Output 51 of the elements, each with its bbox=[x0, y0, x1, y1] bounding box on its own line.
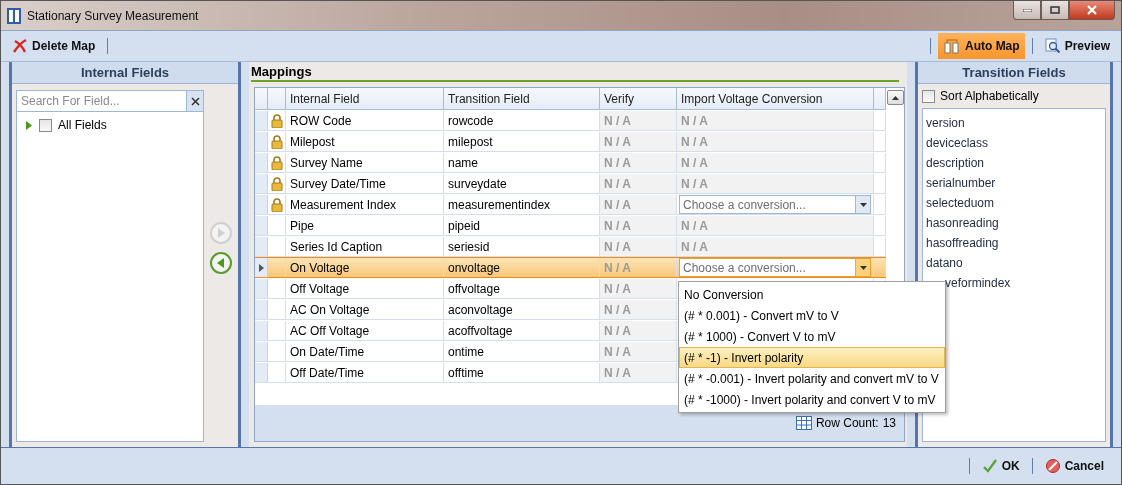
row-count-label: Row Count: bbox=[815, 416, 879, 430]
cell-text: name bbox=[448, 155, 479, 170]
cell-text: N / A bbox=[681, 239, 708, 254]
cell-text: N / A bbox=[604, 155, 631, 170]
panel-title: Transition Fields bbox=[918, 62, 1110, 84]
cell-text: N / A bbox=[681, 113, 708, 128]
cell-text: acoffvoltage bbox=[448, 323, 513, 338]
cell-text: N / A bbox=[604, 302, 631, 317]
cell-text: N / A bbox=[604, 218, 631, 233]
cell-text: onvoltage bbox=[448, 260, 501, 275]
cell-text: Survey Name bbox=[290, 155, 363, 170]
cell-text: N / A bbox=[604, 323, 631, 338]
cell-text: AC On Voltage bbox=[290, 302, 370, 317]
cell-text: On Voltage bbox=[290, 260, 350, 275]
cell-text: N / A bbox=[604, 260, 631, 275]
cell-text: N / A bbox=[604, 239, 631, 254]
cell-text: N / A bbox=[681, 176, 708, 191]
cell-text: N / A bbox=[604, 197, 631, 212]
row-count-value: 13 bbox=[882, 416, 896, 430]
cell-text: Measurement Index bbox=[290, 197, 397, 212]
cell-text: Series Id Caption bbox=[290, 239, 383, 254]
cell-text: ROW Code bbox=[290, 113, 352, 128]
cell-text: N / A bbox=[604, 113, 631, 128]
cell-text: N / A bbox=[604, 176, 631, 191]
cell-text: Survey Date/Time bbox=[290, 176, 386, 191]
cell-text: surveydate bbox=[448, 176, 507, 191]
cell-text: On Date/Time bbox=[290, 344, 365, 359]
cell-text: milepost bbox=[448, 134, 493, 149]
cell-text: ontime bbox=[448, 344, 485, 359]
cell-text: measurementindex bbox=[448, 197, 551, 212]
cell-text: N / A bbox=[604, 344, 631, 359]
cell-text: aconvoltage bbox=[448, 302, 513, 317]
cell-text: Pipe bbox=[290, 218, 315, 233]
cell-text: N / A bbox=[604, 134, 631, 149]
cell-text: N / A bbox=[681, 218, 708, 233]
cell-text: rowcode bbox=[448, 113, 494, 128]
cell-text: seriesid bbox=[448, 239, 490, 254]
cell-text: Off Date/Time bbox=[290, 365, 365, 380]
cell-text: Off Voltage bbox=[290, 281, 350, 296]
cell-text: Milepost bbox=[290, 134, 335, 149]
cell-text: N / A bbox=[604, 365, 631, 380]
section-title: Mappings bbox=[251, 63, 313, 80]
cell-text: pipeid bbox=[448, 218, 481, 233]
window-title: Stationary Survey Measurement bbox=[27, 8, 200, 23]
cell-text: offtime bbox=[448, 365, 484, 380]
panel-title: Internal Fields bbox=[12, 62, 238, 84]
cell-text: N / A bbox=[681, 134, 708, 149]
cell-text: N / A bbox=[681, 155, 708, 170]
cell-text: offvoltage bbox=[448, 281, 500, 296]
cell-text: AC Off Voltage bbox=[290, 323, 370, 338]
cell-text: N / A bbox=[604, 281, 631, 296]
